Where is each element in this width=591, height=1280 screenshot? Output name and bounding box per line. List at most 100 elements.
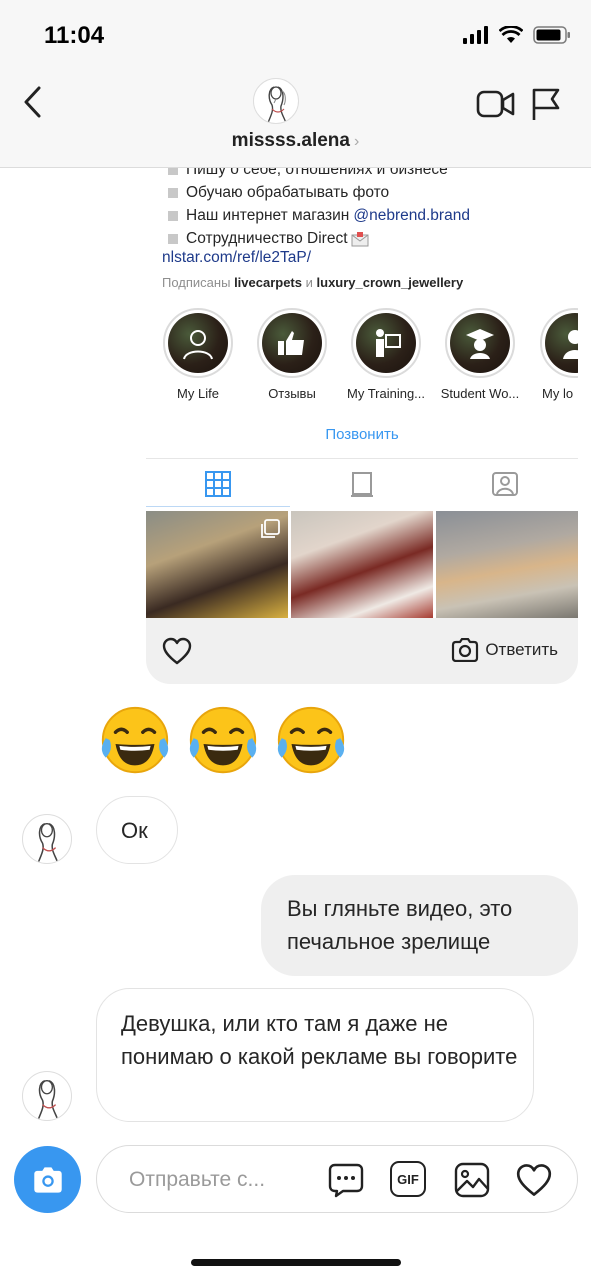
emoji-message xyxy=(96,703,350,781)
username-text: missss.alena xyxy=(231,130,350,151)
highlight-ring xyxy=(445,308,515,378)
grid-icon[interactable] xyxy=(204,470,232,498)
highlight-label: Отзывы xyxy=(268,386,316,401)
sender-avatar[interactable] xyxy=(22,814,72,864)
highlight-item[interactable]: My lo xyxy=(532,308,578,401)
post-thumbnail[interactable] xyxy=(436,511,578,618)
profile-silhouette-icon xyxy=(563,330,578,359)
sender-avatar[interactable] xyxy=(22,1071,72,1121)
highlight-item[interactable]: My Life xyxy=(156,308,240,401)
highlight-cover xyxy=(356,313,416,373)
status-time: 11:04 xyxy=(44,22,105,49)
bio-line: Сотрудничество Direct xyxy=(168,227,470,250)
call-button[interactable]: Позвонить xyxy=(146,426,578,443)
heart-icon[interactable] xyxy=(515,1163,553,1197)
gallery-icon[interactable] xyxy=(453,1161,491,1199)
tears-of-joy-icon xyxy=(101,706,169,774)
post-thumbnail[interactable] xyxy=(146,511,288,618)
wifi-icon xyxy=(499,26,523,43)
chat-header: missss.alena › xyxy=(0,70,591,168)
highlight-item[interactable]: Student Wo... xyxy=(438,308,522,401)
bullet-icon xyxy=(168,210,178,221)
highlight-label: Student Wo... xyxy=(440,386,520,401)
home-indicator[interactable] xyxy=(191,1259,401,1266)
post-grid xyxy=(146,511,578,618)
highlight-item[interactable]: Отзывы xyxy=(250,308,334,401)
reply-label: Ответить xyxy=(485,640,558,659)
active-tab-indicator xyxy=(146,506,290,507)
thumbs-up-icon xyxy=(278,331,304,355)
bio-text: Сотрудничество Direct xyxy=(186,230,348,247)
bullet-icon xyxy=(168,187,178,198)
status-bar: 11:04 xyxy=(0,0,591,70)
camera-icon xyxy=(33,1166,62,1193)
video-call-icon[interactable] xyxy=(476,88,516,120)
avatar-sketch-icon xyxy=(37,822,59,863)
profile-bio: Пишу о себе, отношениях и бизнесе Обучаю… xyxy=(168,168,470,250)
message-input[interactable]: Отправьте с... xyxy=(129,1168,265,1192)
bullet-icon xyxy=(168,233,178,244)
reply-button[interactable]: Ответить xyxy=(451,638,558,662)
message-bubble-incoming[interactable]: Ок xyxy=(96,796,178,864)
bio-line: Пишу о себе, отношениях и бизнесе xyxy=(168,168,470,181)
back-icon[interactable] xyxy=(20,84,50,120)
message-bubble-outgoing[interactable]: Вы гляньте видео, это печальное зрелище xyxy=(261,875,578,976)
highlight-item[interactable]: My Training... xyxy=(344,308,428,401)
bio-line: Наш интернет магазин @nebrend.brand xyxy=(168,204,470,227)
message-composer[interactable]: Отправьте с... GIF xyxy=(96,1145,578,1213)
graduate-icon xyxy=(466,329,494,359)
divider xyxy=(146,458,578,459)
profile-tabs xyxy=(146,464,578,508)
followed-by: Подписаны livecarpets и luxury_crown_jew… xyxy=(162,275,463,290)
status-icons xyxy=(463,26,571,44)
followed-by-prefix: Подписаны xyxy=(162,275,231,290)
highlight-ring xyxy=(351,308,421,378)
camera-icon xyxy=(452,638,479,662)
bio-text: Наш интернет магазин xyxy=(186,207,350,224)
bio-text: Пишу о себе, отношениях и бизнесе xyxy=(186,168,448,178)
bio-line: Обучаю обрабатывать фото xyxy=(168,181,470,204)
tears-of-joy-icon xyxy=(277,706,345,774)
envelope-icon xyxy=(351,231,369,246)
highlight-ring xyxy=(257,308,327,378)
igtv-icon[interactable] xyxy=(348,470,376,498)
highlight-label: My Life xyxy=(177,386,219,401)
bio-text: Обучаю обрабатывать фото xyxy=(186,184,390,201)
highlight-ring xyxy=(163,308,233,378)
message-bubble-incoming[interactable]: Девушка, или кто там я даже не понимаю о… xyxy=(96,988,534,1122)
profile-link[interactable]: nlstar.com/ref/le2TaP/ xyxy=(162,249,311,267)
signal-icon xyxy=(463,26,488,44)
bullet-icon xyxy=(168,168,178,175)
shared-profile-card[interactable]: Пишу о себе, отношениях и бизнесе Обучаю… xyxy=(146,168,578,684)
heart-icon[interactable] xyxy=(162,637,192,665)
card-footer: Ответить xyxy=(146,618,578,684)
avatar-sketch-icon xyxy=(37,1079,59,1120)
carousel-icon xyxy=(261,519,280,538)
story-highlights: My Life Отзывы My Training... Student Wo… xyxy=(146,308,578,408)
highlight-label: My lo xyxy=(542,386,574,401)
follower-name[interactable]: livecarpets xyxy=(234,275,302,290)
avatar-sketch-icon xyxy=(267,86,287,123)
gif-button[interactable]: GIF xyxy=(390,1161,426,1197)
highlight-label: My Training... xyxy=(346,386,426,401)
camera-button[interactable] xyxy=(14,1146,81,1213)
highlight-ring xyxy=(540,308,578,378)
tagged-icon[interactable] xyxy=(491,470,519,498)
followed-by-and: и xyxy=(305,275,313,290)
sticker-chat-icon[interactable] xyxy=(327,1161,365,1199)
highlight-cover xyxy=(450,313,510,373)
follower-name[interactable]: luxury_crown_jewellery xyxy=(317,275,464,290)
post-thumbnail[interactable] xyxy=(291,511,433,618)
chevron-right-icon: › xyxy=(353,133,360,150)
profile-preview: Пишу о себе, отношениях и бизнесе Обучаю… xyxy=(146,168,578,618)
flag-icon[interactable] xyxy=(530,86,562,122)
person-icon xyxy=(183,330,213,360)
header-username[interactable]: missss.alena › xyxy=(0,130,591,152)
teacher-icon xyxy=(376,329,401,357)
highlight-cover xyxy=(262,313,322,373)
bio-mention[interactable]: @nebrend.brand xyxy=(353,204,470,227)
header-avatar[interactable] xyxy=(253,78,299,124)
highlight-cover xyxy=(168,313,228,373)
highlight-cover xyxy=(545,313,578,373)
tears-of-joy-icon xyxy=(189,706,257,774)
